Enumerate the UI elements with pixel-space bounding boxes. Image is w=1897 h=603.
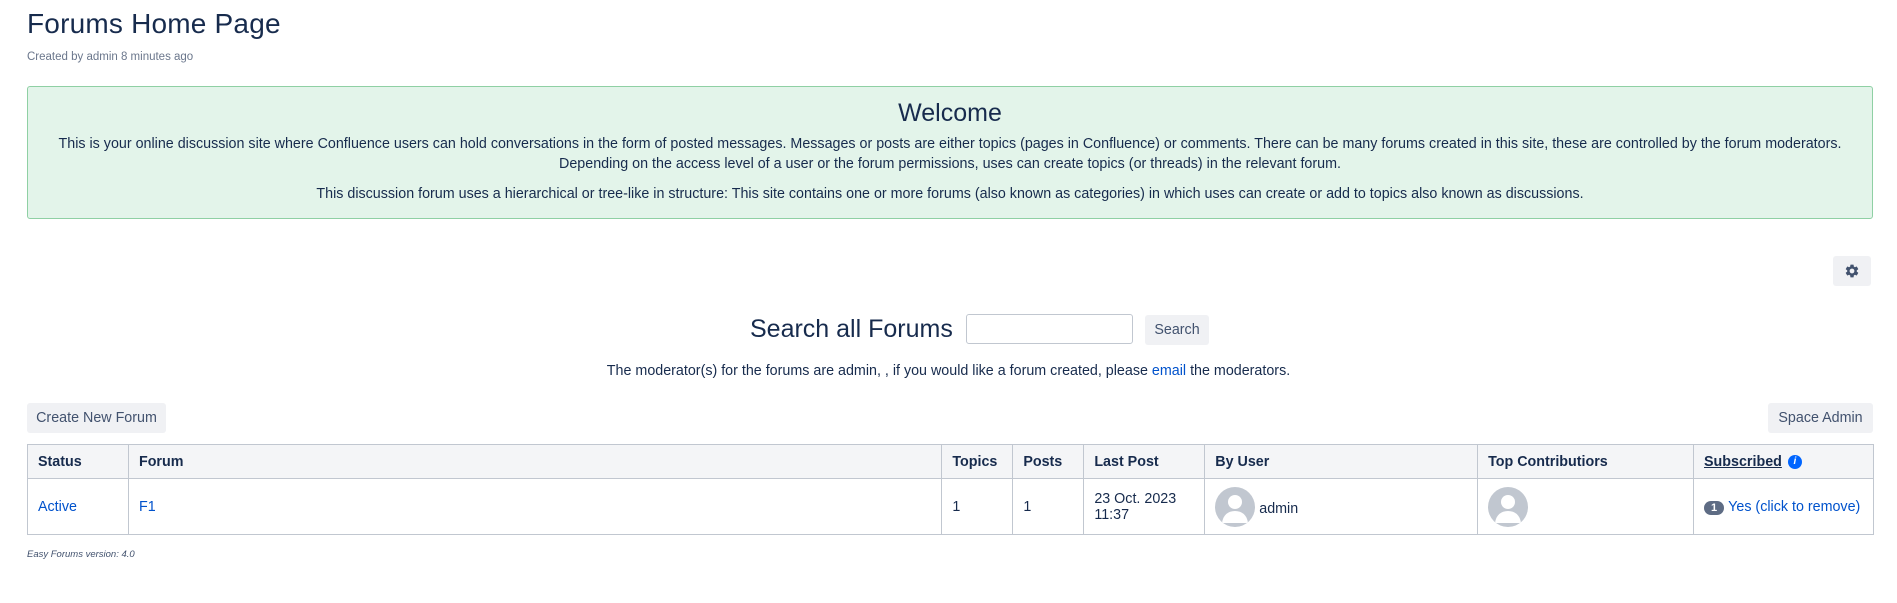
user-avatar-icon (1222, 494, 1249, 523)
top-contributors-cell (1477, 478, 1695, 535)
forum-link[interactable]: F1 (139, 499, 156, 515)
forums-table: Status Forum Topics Posts Last Post By U… (27, 444, 1874, 535)
header-posts[interactable]: Posts (1012, 444, 1085, 479)
subscribed-label: Subscribed (1704, 453, 1782, 470)
header-status[interactable]: Status (27, 444, 129, 479)
header-top-contributors[interactable]: Top Contributiors (1477, 444, 1695, 479)
page-title: Forums Home Page (27, 8, 281, 39)
moderators-note: The moderator(s) for the forums are admi… (0, 363, 1897, 379)
contributor-avatar[interactable] (1488, 486, 1529, 527)
search-input[interactable] (966, 314, 1133, 344)
unsubscribe-link[interactable]: Yes (click to remove) (1728, 499, 1860, 515)
user-name: admin (1259, 500, 1299, 517)
space-admin-button[interactable]: Space Admin (1768, 403, 1873, 433)
gear-icon (1845, 264, 1859, 278)
welcome-paragraph-2: This discussion forum uses a hierarchica… (316, 186, 1584, 202)
search-heading: Search all Forums (750, 315, 953, 343)
header-topics[interactable]: Topics (941, 444, 1014, 479)
subscriber-count-badge: 1 (1704, 500, 1725, 515)
welcome-heading: Welcome (898, 99, 1002, 127)
header-subscribed[interactable]: Subscribed i (1693, 444, 1874, 479)
welcome-paragraph-1: This is your online discussion site wher… (58, 136, 1842, 172)
header-last-post[interactable]: Last Post (1083, 444, 1206, 479)
email-link[interactable]: email (1152, 363, 1186, 379)
topics-count: 1 (941, 478, 1014, 535)
moderators-text: The moderator(s) for the forums are admi… (606, 363, 1152, 379)
welcome-panel: Welcome This is your online discussion s… (27, 86, 1873, 219)
table-header-row: Status Forum Topics Posts Last Post By U… (27, 444, 1874, 479)
subscribed-cell: 1 Yes (click to remove) (1693, 478, 1874, 535)
header-forum[interactable]: Forum (127, 444, 943, 479)
moderators-suffix: the moderators. (1186, 363, 1291, 379)
version-label: Easy Forums version: 4.0 (27, 549, 135, 560)
last-post-date: 23 Oct. 2023 (1094, 490, 1177, 507)
last-post-cell: 23 Oct. 2023 11:37 (1083, 478, 1206, 535)
page-byline: Created by admin 8 minutes ago (27, 51, 194, 63)
search-button[interactable]: Search (1145, 315, 1209, 345)
status-link[interactable]: Active (38, 499, 77, 515)
table-row: Active F1 1 1 23 Oct. 2023 11:37 admin 1… (27, 478, 1874, 535)
contributor-avatar-icon (1495, 494, 1522, 523)
posts-count: 1 (1012, 478, 1085, 535)
user-avatar[interactable] (1215, 486, 1256, 527)
last-post-time: 11:37 (1094, 506, 1130, 523)
settings-button[interactable] (1833, 256, 1871, 286)
create-forum-button[interactable]: Create New Forum (27, 403, 166, 433)
header-by-user[interactable]: By User (1204, 444, 1479, 479)
by-user-cell: admin (1204, 478, 1479, 535)
info-icon[interactable]: i (1787, 454, 1802, 469)
